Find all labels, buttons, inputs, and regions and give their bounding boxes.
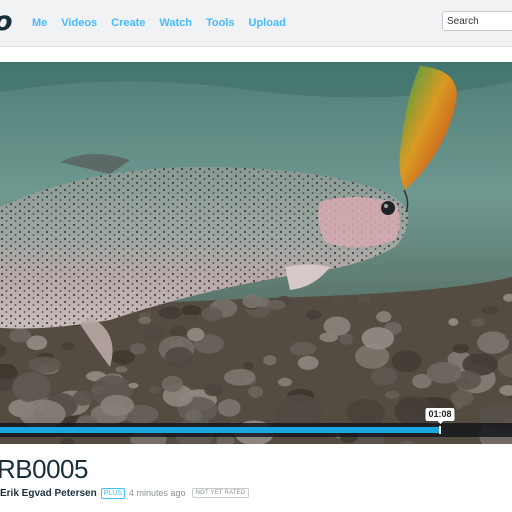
video-frame (0, 62, 512, 444)
upload-time: 4 minutes ago (129, 488, 186, 498)
video-byline: Erik Egvad Petersen PLUS 4 minutes ago N… (0, 486, 250, 500)
top-header: o Me Videos Create Watch Tools Upload (0, 0, 512, 47)
search-input[interactable] (442, 11, 512, 31)
video-title: RB0005 (0, 454, 88, 484)
nav-videos[interactable]: Videos (61, 17, 97, 29)
nav-me[interactable]: Me (32, 17, 47, 29)
nav-create[interactable]: Create (111, 17, 145, 29)
author-link[interactable]: Erik Egvad Petersen (0, 488, 97, 499)
nav-watch[interactable]: Watch (159, 17, 192, 29)
current-time-tooltip: 01:08 (425, 408, 455, 424)
plus-badge[interactable]: PLUS (100, 487, 126, 499)
progress-bar[interactable] (0, 423, 512, 437)
progress-played (0, 427, 440, 433)
rating-badge: NOT YET RATED (191, 488, 250, 498)
progress-playhead[interactable] (439, 426, 441, 434)
nav-tools[interactable]: Tools (206, 17, 235, 29)
video-player[interactable]: 01:08 (0, 62, 512, 444)
site-logo[interactable]: o (0, 6, 13, 37)
main-nav: Me Videos Create Watch Tools Upload (32, 0, 300, 46)
nav-upload[interactable]: Upload (249, 17, 286, 29)
